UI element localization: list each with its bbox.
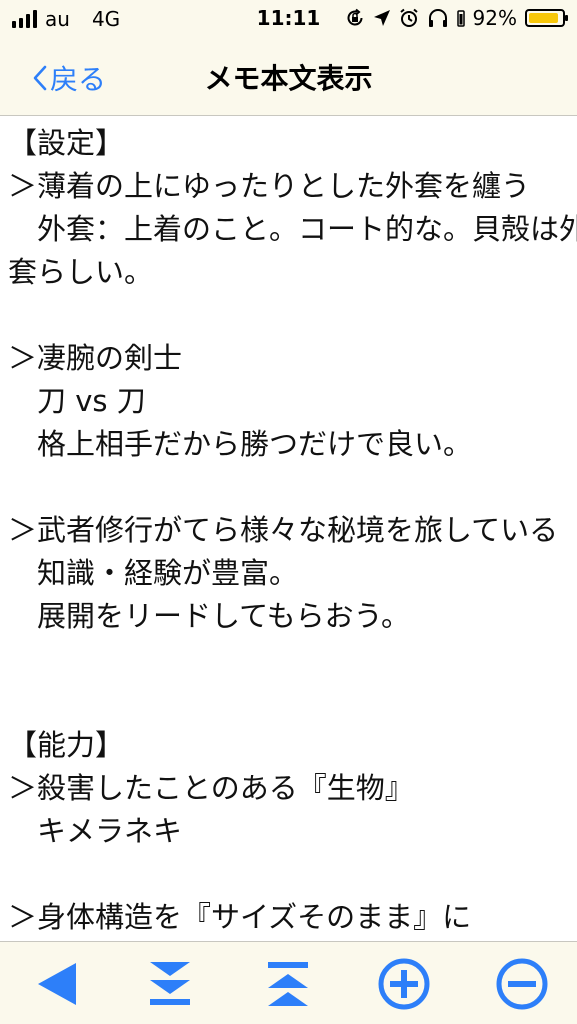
scroll-top-button[interactable]: [260, 956, 316, 1012]
memo-line: ＞身体構造を『サイズそのまま』に: [8, 900, 472, 934]
zoom-out-button[interactable]: [494, 956, 550, 1012]
memo-line: ＞武者修行がてら様々な秘境を旅している: [8, 513, 559, 547]
memo-line: ＞殺害したことのある『生物』: [8, 771, 414, 805]
memo-line: [0, 638, 577, 681]
scroll-top-icon: [268, 962, 308, 1006]
battery-percent: 92%: [472, 6, 517, 30]
zoom-in-button[interactable]: [376, 956, 432, 1012]
back-triangle-icon: [38, 963, 76, 1005]
memo-line: 知識・経験が豊富。: [8, 556, 299, 590]
headphone-battery-icon: [456, 10, 465, 27]
navigation-bar: 戻る メモ本文表示: [0, 40, 577, 116]
memo-body[interactable]: 【設定】 ＞薄着の上にゆったりとした外套を纏う 外套：上着のこと。コート的な。貝殻…: [0, 116, 577, 941]
memo-line: [0, 294, 577, 337]
memo-line: [0, 853, 577, 896]
memo-line: 刀 vs 刀: [8, 384, 146, 418]
scroll-bottom-button[interactable]: [142, 956, 198, 1012]
battery-icon: [525, 9, 568, 27]
back-triangle-button[interactable]: [28, 956, 84, 1012]
headphones-icon: [428, 9, 447, 27]
memo-line: [0, 681, 577, 724]
bottom-toolbar: [0, 941, 577, 1024]
memo-line: 【設定】: [8, 126, 125, 160]
memo-line: [0, 466, 577, 509]
memo-line: 格上相手だから勝つだけで良い。: [8, 427, 473, 461]
memo-line: ＞凄腕の剣士: [8, 341, 183, 375]
orientation-lock-icon: [347, 8, 363, 26]
location-icon: [373, 10, 390, 26]
memo-line: 【能力】: [8, 728, 125, 762]
scroll-bottom-icon: [150, 962, 190, 1005]
memo-line: 展開をリードしてもらおう。: [8, 599, 410, 633]
status-right: 92%: [345, 6, 568, 30]
page-title: メモ本文表示: [204, 62, 373, 95]
status-bar: au 4G 11:11 92%: [0, 0, 577, 40]
screen: au 4G 11:11 92% 戻る メモ本文表示 【設定】 ＞薄着の上にゆった…: [0, 0, 577, 1024]
battery-fill: [529, 13, 559, 23]
alarm-icon: [399, 8, 418, 27]
memo-line: ＞薄着の上にゆったりとした外套を纏う: [8, 169, 531, 203]
memo-line: キメラネキ: [8, 814, 183, 848]
zoom-out-icon: [496, 958, 548, 1010]
memo-line: 外套：上着のこと。コート的な。貝殻は外: [8, 212, 577, 246]
zoom-in-icon: [378, 958, 430, 1010]
memo-line: 套らしい。: [8, 255, 154, 289]
